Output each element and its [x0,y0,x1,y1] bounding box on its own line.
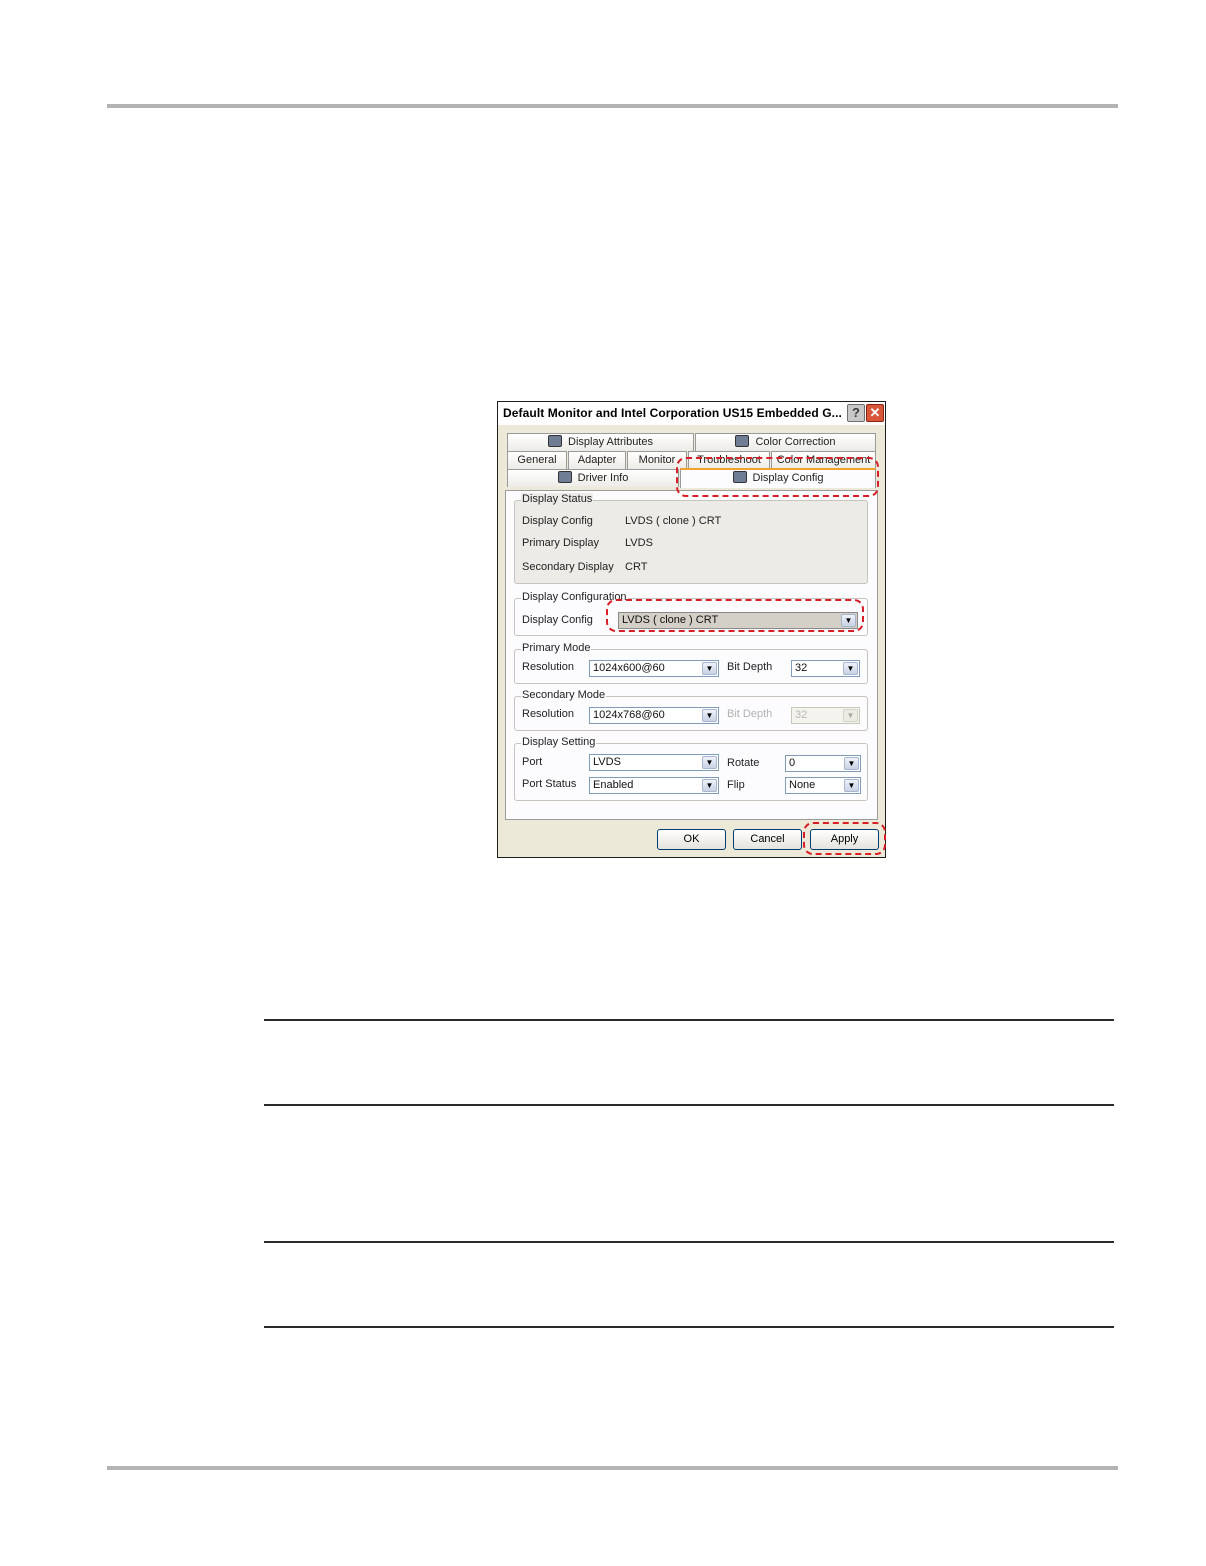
dropdown-value: Enabled [593,779,634,791]
display-settings-icon [548,435,562,447]
tab-adapter[interactable]: Adapter [568,451,626,469]
status-config-value: LVDS ( clone ) CRT [625,515,722,527]
highlight-display-config-dropdown [606,599,864,632]
group-title: Display Status [521,493,594,505]
chevron-down-icon[interactable]: ▼ [702,662,717,675]
secondary-resolution-dropdown[interactable]: 1024x768@60 ▼ [589,707,719,724]
flip-label: Flip [727,779,745,791]
tab-label: Adapter [577,454,617,466]
port-dropdown[interactable]: LVDS ▼ [589,754,719,771]
dropdown-value: 32 [795,662,808,674]
status-secondary-label: Secondary Display [522,561,614,573]
rotate-dropdown[interactable]: 0 ▼ [785,755,861,772]
chevron-down-icon[interactable]: ▼ [843,662,858,675]
primary-mode-group: Primary Mode Resolution 1024x600@60 ▼ Bi… [514,642,868,684]
port-status-dropdown[interactable]: Enabled ▼ [589,777,719,794]
dropdown-value: 1024x768@60 [593,709,665,721]
config-label: Display Config [522,614,593,626]
secondary-resolution-label: Resolution [522,708,574,720]
secondary-bitdepth-label: Bit Depth [727,708,773,720]
help-button[interactable]: ? [847,404,865,422]
note-rule-1-bottom [264,1104,1114,1106]
dialog-title: Default Monitor and Intel Corporation US… [503,406,842,420]
tab-panel: Display Status Display Config LVDS ( clo… [505,490,878,820]
display-settings-icon [557,471,572,483]
group-title: Display Setting [521,736,597,748]
status-primary-value: LVDS [625,537,653,549]
flip-dropdown[interactable]: None ▼ [785,777,861,794]
tab-general[interactable]: General [507,451,567,469]
tab-display-attributes[interactable]: Display Attributes [507,433,694,451]
chevron-down-icon[interactable]: ▼ [844,757,859,770]
display-settings-icon [735,435,750,447]
port-status-label: Port Status [522,778,577,790]
dropdown-value: LVDS [593,756,621,768]
header-rule [107,104,1118,108]
ok-button[interactable]: OK [657,829,726,850]
highlight-apply-button [803,822,886,855]
dropdown-value: 0 [789,757,796,769]
note-rule-2-top [264,1241,1114,1243]
close-button[interactable]: ✕ [866,404,884,422]
primary-bitdepth-label: Bit Depth [727,661,773,673]
chevron-down-icon: ▼ [843,709,858,722]
primary-resolution-label: Resolution [522,661,574,673]
group-title: Secondary Mode [521,689,607,701]
chevron-down-icon[interactable]: ▼ [702,756,717,769]
tab-color-correction[interactable]: Color Correction [695,433,876,451]
tab-label: General [517,454,557,466]
dropdown-value: 1024x600@60 [593,662,665,674]
display-status-group: Display Status Display Config LVDS ( clo… [514,493,868,584]
rotate-label: Rotate [727,757,760,769]
highlight-display-config-tab [676,457,879,497]
footer-rule [107,1466,1118,1470]
title-bar: Default Monitor and Intel Corporation US… [498,402,885,425]
display-setting-group: Display Setting Port LVDS ▼ Rotate 0 ▼ P… [514,736,868,801]
chevron-down-icon[interactable]: ▼ [702,709,717,722]
primary-resolution-dropdown[interactable]: 1024x600@60 ▼ [589,660,719,677]
dropdown-value: None [789,779,816,791]
status-config-label: Display Config [522,515,593,527]
tab-label: Color Correction [755,436,836,448]
tab-label: Display Attributes [568,436,653,448]
status-secondary-value: CRT [625,561,648,573]
secondary-bitdepth-dropdown: 32 ▼ [791,707,860,724]
tab-label: Monitor [638,454,676,466]
status-primary-label: Primary Display [522,537,600,549]
note-rule-2-bottom [264,1326,1114,1328]
secondary-mode-group: Secondary Mode Resolution 1024x768@60 ▼ … [514,689,868,731]
note-rule-1-top [264,1019,1114,1021]
group-title: Primary Mode [521,642,592,654]
chevron-down-icon[interactable]: ▼ [844,779,859,792]
port-label: Port [522,756,543,768]
tab-label: Driver Info [577,472,629,484]
cancel-button[interactable]: Cancel [733,829,802,850]
chevron-down-icon[interactable]: ▼ [702,779,717,792]
primary-bitdepth-dropdown[interactable]: 32 ▼ [791,660,860,677]
tab-driver-info[interactable]: Driver Info [507,469,679,487]
dropdown-value: 32 [795,709,808,721]
